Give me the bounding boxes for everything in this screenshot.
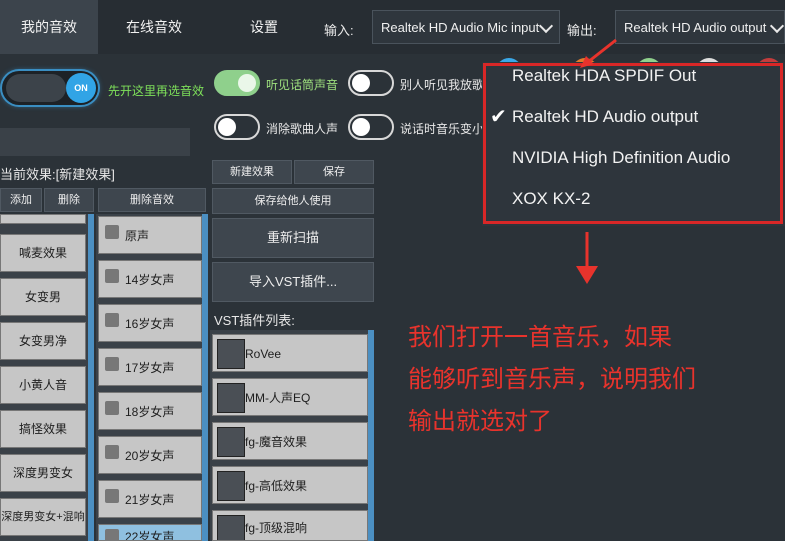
- save-button[interactable]: 保存: [294, 160, 374, 184]
- main-effect-switch[interactable]: ON: [2, 71, 98, 105]
- current-effect-label: 当前效果:[新建效果]: [0, 167, 115, 182]
- annotation-line-1: 我们打开一首音乐，如果: [408, 324, 672, 351]
- list-item[interactable]: 20岁女声: [98, 436, 202, 474]
- list-item[interactable]: 原声: [98, 216, 202, 254]
- document-icon: [105, 529, 119, 540]
- voice-scrollbar[interactable]: [202, 214, 208, 541]
- list-item[interactable]: RoVee: [212, 334, 368, 372]
- output-device-select[interactable]: Realtek HD Audio output: [615, 10, 785, 44]
- list-item-label: 14岁女声: [125, 273, 175, 287]
- toggle-knob: [238, 74, 256, 92]
- list-item[interactable]: 深度男变女: [0, 454, 86, 492]
- annotation-line-3: 输出就选对了: [408, 408, 552, 435]
- plugin-icon: [217, 427, 245, 457]
- list-item[interactable]: 16岁女声: [98, 304, 202, 342]
- dropdown-option-selected[interactable]: Realtek HD Audio output: [512, 107, 698, 127]
- dropdown-option[interactable]: XOX KX-2: [512, 189, 590, 209]
- list-item[interactable]: 22岁女声: [98, 524, 202, 541]
- list-item[interactable]: fg-高低效果: [212, 466, 368, 504]
- toggle-duck-music-label: 说话时音乐变小: [400, 122, 485, 136]
- plugin-icon: [217, 515, 245, 540]
- delete-button[interactable]: 删除: [44, 188, 94, 212]
- annotation-arrow-down: [576, 232, 598, 284]
- list-item[interactable]: fg-顶级混响: [212, 510, 368, 541]
- switch-on-label: ON: [66, 73, 96, 103]
- toggle-knob: [352, 74, 370, 92]
- output-device-value: Realtek HD Audio output: [624, 20, 767, 35]
- list-item[interactable]: 深度男变女+混响: [0, 498, 86, 536]
- list-item-label: 20岁女声: [125, 449, 175, 463]
- list-item-label: RoVee: [245, 347, 282, 361]
- document-icon: [105, 489, 119, 503]
- toggle-duck-music[interactable]: [348, 114, 394, 140]
- toggle-hear-mic-label: 听见话筒声音: [266, 78, 339, 92]
- input-label: 输入:: [324, 23, 354, 38]
- plugin-icon: [217, 471, 245, 501]
- effects-scrollbar[interactable]: [88, 214, 94, 541]
- switch-grip: [6, 74, 66, 102]
- list-item[interactable]: 女变男净: [0, 322, 86, 360]
- tab-my-effects[interactable]: 我的音效: [0, 0, 98, 54]
- checkmark-icon: ✔: [490, 106, 507, 128]
- tab-online-effects[interactable]: 在线音效: [100, 0, 208, 54]
- list-item-label: 16岁女声: [125, 317, 175, 331]
- tab-settings[interactable]: 设置: [212, 0, 316, 54]
- toggle-others-hear-music-label: 别人听见我放歌: [400, 78, 485, 92]
- list-item[interactable]: 搞怪效果: [0, 410, 86, 448]
- toggle-knob: [218, 118, 236, 136]
- toggle-remove-vocals[interactable]: [214, 114, 260, 140]
- document-icon: [105, 357, 119, 371]
- plugin-icon: [217, 339, 245, 369]
- vst-scrollbar[interactable]: [368, 330, 374, 541]
- list-item[interactable]: MM-人声EQ: [212, 378, 368, 416]
- input-device-select[interactable]: Realtek HD Audio Mic input: [372, 10, 560, 44]
- input-device-value: Realtek HD Audio Mic input: [381, 20, 540, 35]
- main-switch-hint: 先开这里再选音效: [108, 84, 205, 98]
- toggle-hear-mic[interactable]: [214, 70, 260, 96]
- list-item-label: fg-高低效果: [245, 479, 308, 493]
- list-item[interactable]: 女变男: [0, 278, 86, 316]
- list-item[interactable]: 18岁女声: [98, 392, 202, 430]
- dropdown-option[interactable]: NVIDIA High Definition Audio: [512, 148, 730, 168]
- list-item[interactable]: [0, 214, 86, 224]
- list-item-label: 原声: [125, 229, 150, 243]
- list-item[interactable]: 14岁女声: [98, 260, 202, 298]
- save-share-button[interactable]: 保存给他人使用: [212, 188, 374, 214]
- rescan-button[interactable]: 重新扫描: [212, 218, 374, 258]
- list-item[interactable]: 喊麦效果: [0, 234, 86, 272]
- list-item-label: 22岁女声: [125, 530, 175, 541]
- plugin-icon: [217, 383, 245, 413]
- list-item[interactable]: 21岁女声: [98, 480, 202, 518]
- document-icon: [105, 313, 119, 327]
- list-item[interactable]: 小黄人音: [0, 366, 86, 404]
- document-icon: [105, 401, 119, 415]
- annotation-line-2: 能够听到音乐声，说明我们: [408, 366, 696, 393]
- list-item-label: 18岁女声: [125, 405, 175, 419]
- toggle-remove-vocals-label: 消除歌曲人声: [266, 122, 339, 136]
- toggle-knob: [352, 118, 370, 136]
- list-item-label: 21岁女声: [125, 493, 175, 507]
- list-item[interactable]: 17岁女声: [98, 348, 202, 386]
- annotation-arrow-up: [580, 38, 617, 68]
- chevron-down-icon: [538, 18, 554, 34]
- effect-name-field[interactable]: [0, 128, 190, 156]
- list-item-label: fg-魔音效果: [245, 435, 308, 449]
- list-item-label: 17岁女声: [125, 361, 175, 375]
- delete-effect-button[interactable]: 删除音效: [98, 188, 206, 212]
- list-item-label: MM-人声EQ: [245, 391, 311, 405]
- add-button[interactable]: 添加: [0, 188, 42, 212]
- document-icon: [105, 445, 119, 459]
- document-icon: [105, 269, 119, 283]
- vst-list-header: VST插件列表:: [214, 313, 295, 328]
- list-item-label: fg-顶级混响: [245, 521, 308, 535]
- chevron-down-icon: [769, 18, 785, 34]
- list-item[interactable]: fg-魔音效果: [212, 422, 368, 460]
- import-vst-button[interactable]: 导入VST插件...: [212, 262, 374, 302]
- toggle-others-hear-music[interactable]: [348, 70, 394, 96]
- new-effect-button[interactable]: 新建效果: [212, 160, 292, 184]
- document-icon: [105, 225, 119, 239]
